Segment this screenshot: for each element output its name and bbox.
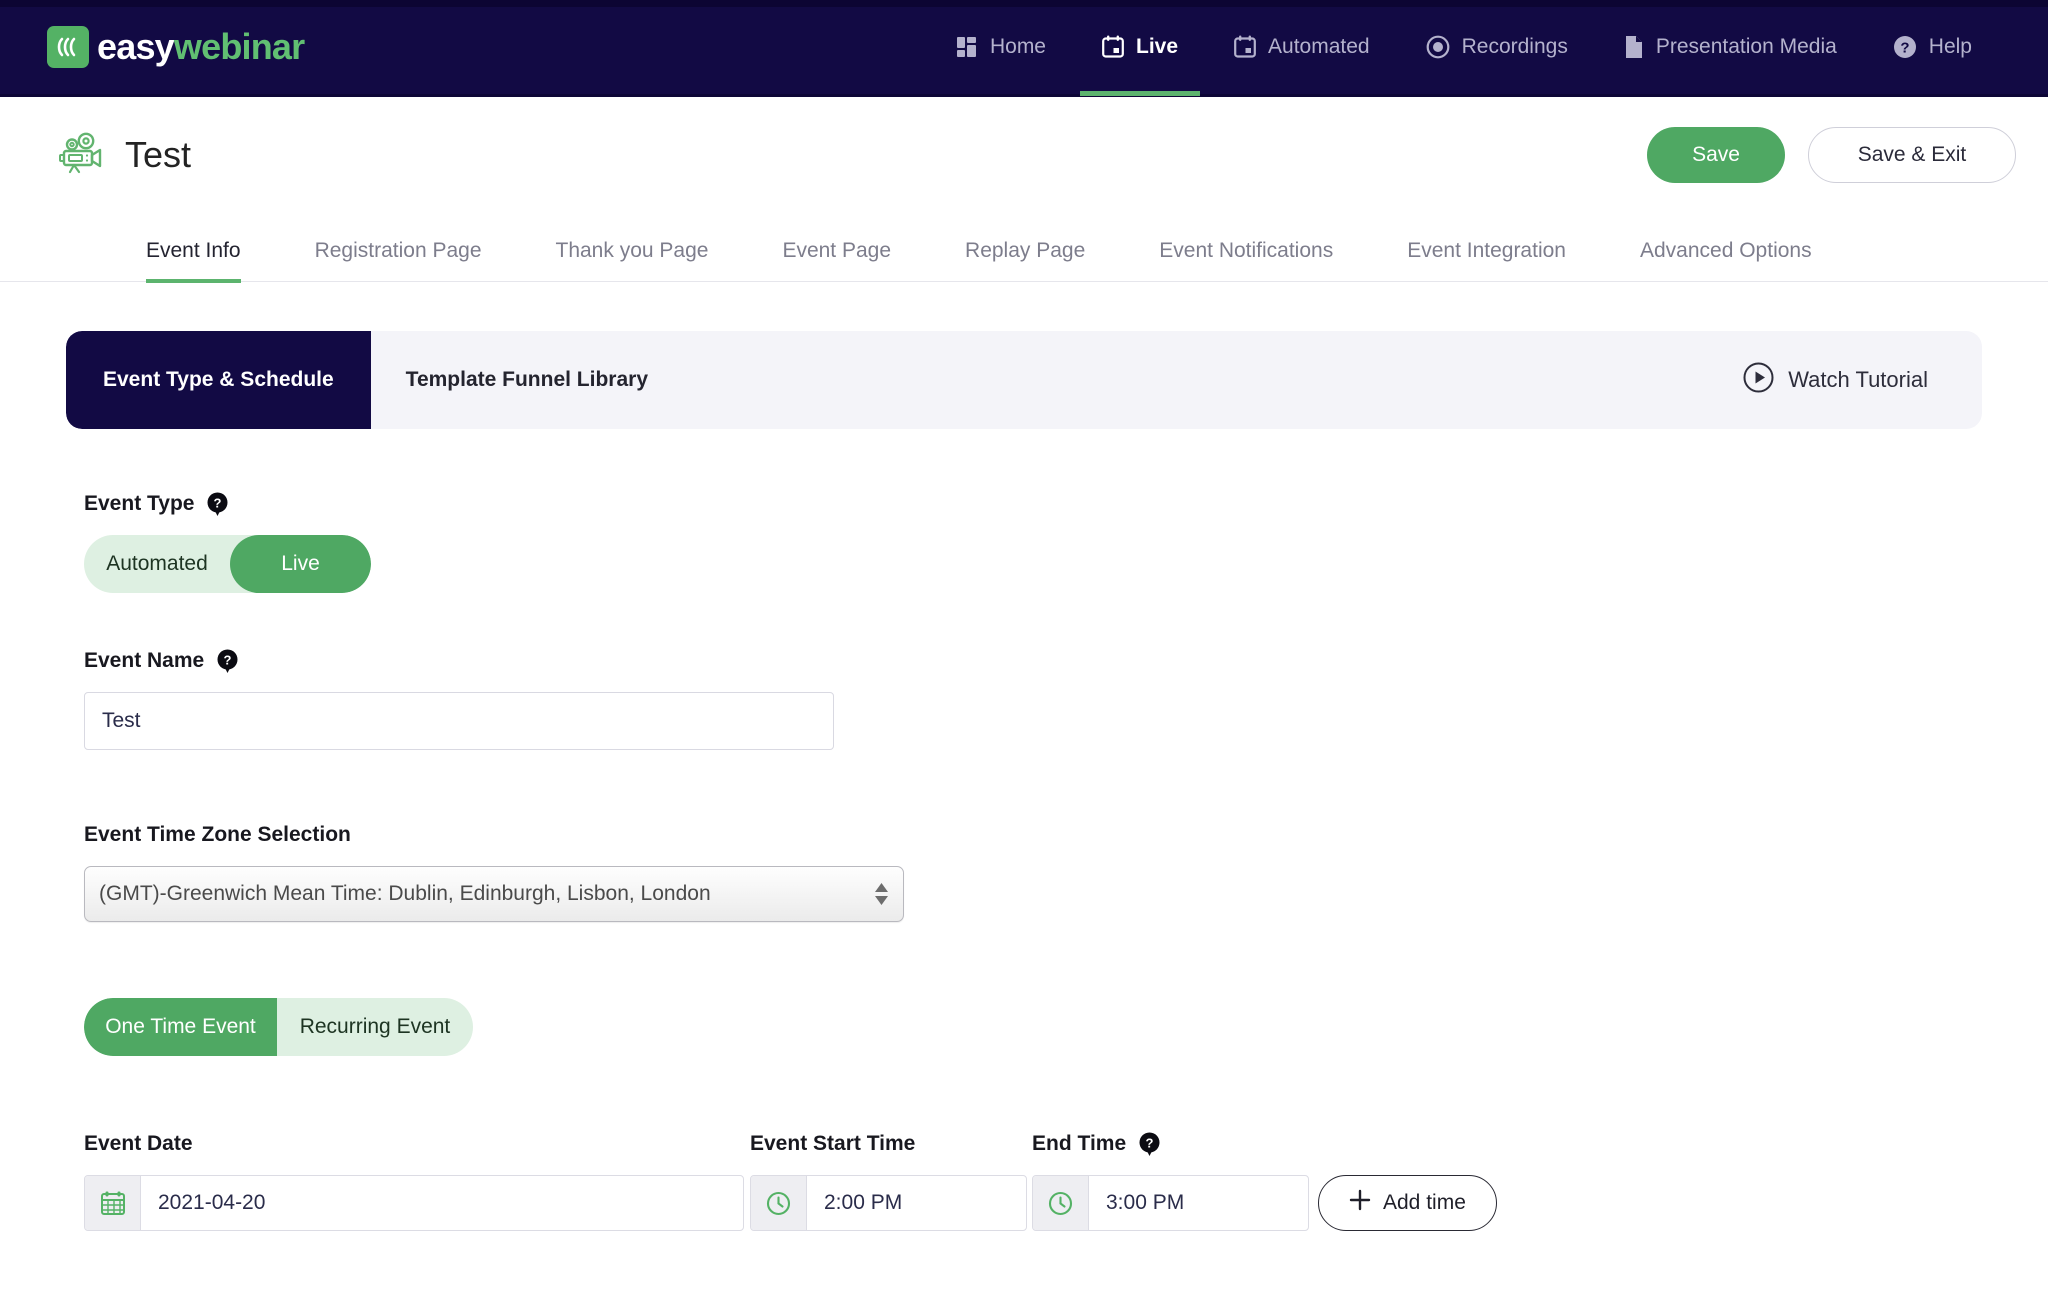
event-type-option-automated[interactable]: Automated (84, 535, 230, 593)
event-name-label: Event Name (84, 649, 204, 673)
event-end-time-label-row: End Time ? (1032, 1132, 1318, 1156)
calendar-icon (1102, 35, 1124, 59)
time-zone-select[interactable]: (GMT)-Greenwich Mean Time: Dublin, Edinb… (84, 866, 904, 922)
event-end-time-label: End Time (1032, 1132, 1126, 1156)
datetime-row: Event Date 2021-04-20 (84, 1132, 1982, 1231)
event-date-input-group[interactable]: 2021-04-20 (84, 1175, 744, 1231)
help-tooltip-icon[interactable]: ? (207, 492, 228, 516)
help-tooltip-icon[interactable]: ? (217, 649, 238, 673)
svg-text:?: ? (224, 653, 232, 668)
save-button[interactable]: Save (1647, 127, 1785, 183)
event-start-time-label-row: Event Start Time (750, 1132, 1032, 1156)
document-icon (1624, 35, 1644, 59)
main-content: Event Type & Schedule Template Funnel Li… (0, 282, 2048, 1231)
time-zone-label: Event Time Zone Selection (84, 823, 351, 847)
play-circle-icon (1743, 362, 1774, 399)
record-circle-icon (1426, 35, 1450, 59)
event-start-time-field: Event Start Time 2:00 PM (750, 1132, 1032, 1231)
header-actions: Save Save & Exit (1647, 127, 2016, 183)
question-circle-icon: ? (1893, 35, 1917, 59)
time-zone-selected-value: (GMT)-Greenwich Mean Time: Dublin, Edinb… (99, 882, 711, 906)
event-type-toggle: Automated Live (84, 535, 371, 593)
tab-event-integration[interactable]: Event Integration (1407, 239, 1566, 281)
logo-text-secondary: webinar (174, 26, 304, 67)
movie-camera-icon (58, 130, 106, 179)
calendar-icon (1234, 35, 1256, 59)
add-time-wrapper: Add time (1318, 1132, 1497, 1231)
event-start-time-label: Event Start Time (750, 1132, 915, 1156)
event-start-time-input-group[interactable]: 2:00 PM (750, 1175, 1027, 1231)
section-pill-template-funnel-library[interactable]: Template Funnel Library (371, 331, 683, 429)
page-title: Test (125, 134, 191, 176)
tab-event-notifications[interactable]: Event Notifications (1159, 239, 1333, 281)
top-navbar: easywebinar Home (0, 0, 2048, 97)
event-name-label-row: Event Name ? (84, 649, 1982, 673)
nav-item-live[interactable]: Live (1074, 0, 1206, 96)
tab-event-page[interactable]: Event Page (782, 239, 891, 281)
brand-logo[interactable]: easywebinar (47, 26, 304, 68)
tab-advanced-options[interactable]: Advanced Options (1640, 239, 1812, 281)
tab-registration-page[interactable]: Registration Page (315, 239, 482, 281)
svg-text:?: ? (1900, 40, 1909, 57)
section-pill-event-type-schedule[interactable]: Event Type & Schedule (66, 331, 371, 429)
event-start-time-value: 2:00 PM (807, 1176, 1026, 1230)
nav-item-automated[interactable]: Automated (1206, 0, 1398, 96)
nav-item-label: Presentation Media (1656, 35, 1837, 59)
event-type-label: Event Type (84, 492, 194, 516)
tab-thank-you-page[interactable]: Thank you Page (556, 239, 709, 281)
schedule-type-toggle: One Time Event Recurring Event (84, 998, 473, 1056)
event-date-label-row: Event Date (84, 1132, 750, 1156)
page-title-group: Test (58, 130, 191, 179)
event-end-time-field: End Time ? (1032, 1132, 1318, 1231)
nav-item-recordings[interactable]: Recordings (1398, 0, 1596, 96)
watch-tutorial-button[interactable]: Watch Tutorial (1743, 362, 1982, 399)
schedule-type-option-one-time[interactable]: One Time Event (84, 998, 277, 1056)
svg-text:?: ? (1146, 1136, 1154, 1151)
nav-item-help[interactable]: ? Help (1865, 0, 2000, 96)
help-tooltip-icon[interactable]: ? (1139, 1132, 1160, 1156)
nav-item-home[interactable]: Home (928, 0, 1074, 96)
event-type-label-row: Event Type ? (84, 492, 1982, 516)
tab-replay-page[interactable]: Replay Page (965, 239, 1085, 281)
nav-item-label: Help (1929, 35, 1972, 59)
dashboard-icon (956, 36, 978, 58)
clock-icon (751, 1176, 807, 1230)
nav-item-label: Recordings (1462, 35, 1568, 59)
add-time-label: Add time (1383, 1191, 1466, 1215)
nav-item-presentation-media[interactable]: Presentation Media (1596, 0, 1865, 96)
add-time-button[interactable]: Add time (1318, 1175, 1497, 1231)
tab-event-info[interactable]: Event Info (146, 239, 241, 281)
event-end-time-input-group[interactable]: 3:00 PM (1032, 1175, 1309, 1231)
event-end-time-value: 3:00 PM (1089, 1176, 1308, 1230)
event-form: Event Type ? Automated Live Event Name (66, 429, 1982, 1231)
nav-item-label: Live (1136, 35, 1178, 59)
nav-item-label: Automated (1268, 35, 1370, 59)
nav-item-label: Home (990, 35, 1046, 59)
page-header: Test Save Save & Exit (0, 97, 2048, 212)
navbar-menu: Home Live Auto (928, 0, 2048, 96)
event-date-value: 2021-04-20 (141, 1176, 743, 1230)
section-pill-group: Event Type & Schedule Template Funnel Li… (66, 331, 683, 429)
plus-icon (1349, 1189, 1371, 1217)
event-date-label: Event Date (84, 1132, 193, 1156)
event-type-option-live[interactable]: Live (230, 535, 371, 593)
time-zone-label-row: Event Time Zone Selection (84, 823, 1982, 847)
event-name-input[interactable] (84, 692, 834, 750)
logo-mark-icon (47, 26, 89, 68)
save-and-exit-button[interactable]: Save & Exit (1808, 127, 2016, 183)
section-toggle-bar: Event Type & Schedule Template Funnel Li… (66, 331, 1982, 429)
select-stepper-arrows-icon (875, 883, 888, 905)
logo-text-primary: easy (97, 26, 174, 67)
clock-icon (1033, 1176, 1089, 1230)
svg-text:?: ? (214, 496, 222, 511)
schedule-type-option-recurring[interactable]: Recurring Event (277, 998, 473, 1056)
watch-tutorial-label: Watch Tutorial (1788, 367, 1928, 393)
event-date-field: Event Date 2021-04-20 (84, 1132, 750, 1231)
calendar-icon (85, 1176, 141, 1230)
event-tabs: Event Info Registration Page Thank you P… (0, 212, 2048, 282)
